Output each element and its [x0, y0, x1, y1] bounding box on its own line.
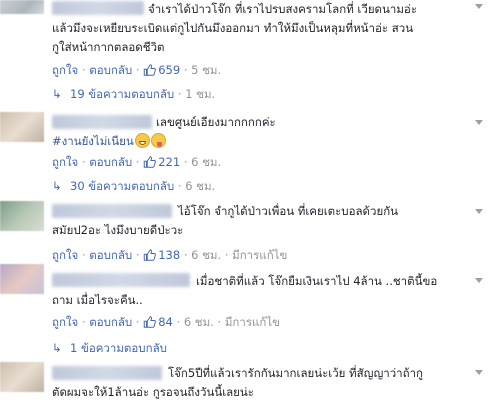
- timestamp[interactable]: 6 ชม.: [191, 155, 221, 169]
- separator: ·: [81, 315, 86, 329]
- like-count[interactable]: 138: [143, 248, 184, 262]
- comment-line: เมื่อชาติที่แล้ว โจ๊กยืมเงินเราไป 4ล้าน …: [196, 274, 438, 288]
- separator: ·: [135, 248, 140, 262]
- separator: ·: [135, 63, 140, 77]
- reply-button[interactable]: ตอบกลับ: [89, 63, 132, 77]
- like-button[interactable]: ถูกใจ: [52, 155, 78, 169]
- replies-count-text: 1 ข้อความตอบกลับ: [70, 341, 167, 355]
- separator: ·: [183, 155, 188, 169]
- edited-label[interactable]: มีการแก้ไข: [225, 315, 280, 329]
- avatar[interactable]: [0, 362, 44, 392]
- comment-line: ถาม เมื่อไรจะคืน..: [52, 293, 143, 307]
- comment-actions: ถูกใจ · ตอบกลับ · 221 · 6 ชม.: [52, 154, 221, 170]
- comment-text: ไอ้โจ๊ก จำกูได้ป่าวเพื่อน ที่เคยเตะบอลด้…: [52, 202, 463, 240]
- comment-line: กูใส่หน้ากากตลอดชีวิต: [52, 40, 165, 54]
- thumbs-up-icon: [143, 249, 157, 261]
- grinning-emoji-icon: [134, 133, 150, 148]
- comment-actions: ถูกใจ · ตอบกลับ · 138 · 6 ชม. · มีการแก้…: [52, 247, 287, 263]
- separator: ·: [177, 179, 182, 193]
- separator: ·: [81, 63, 86, 77]
- avatar[interactable]: [0, 264, 44, 294]
- hashtag-link[interactable]: #งานยังไม่เนียน: [52, 134, 134, 148]
- timestamp[interactable]: 6 ชม.: [184, 315, 214, 329]
- separator: ·: [81, 155, 86, 169]
- separator: ·: [217, 315, 222, 329]
- like-count-value: 138: [158, 248, 181, 262]
- reply-arrow-icon: ↳: [52, 87, 62, 101]
- reply-button[interactable]: ตอบกลับ: [89, 315, 132, 329]
- comment-line: จำเราได้ป่าวโจ๊ก ที่เราไปรบสงครามโลกที่ …: [148, 2, 418, 16]
- comment-line: ไอ้โจ๊ก จำกูได้ป่าวเพื่อน ที่เคยเตะบอลด้…: [178, 204, 399, 218]
- like-button[interactable]: ถูกใจ: [52, 315, 78, 329]
- timestamp[interactable]: 6 ชม.: [191, 248, 221, 262]
- chevron-down-icon[interactable]: [475, 120, 483, 125]
- avatar[interactable]: [0, 112, 44, 142]
- chevron-down-icon[interactable]: [475, 370, 483, 375]
- reply-button[interactable]: ตอบกลับ: [89, 248, 132, 262]
- comment-actions: ถูกใจ · ตอบกลับ · 84 · 6 ชม. · มีการแก้ไ…: [52, 314, 280, 330]
- reply-button[interactable]: ตอบกลับ: [89, 155, 132, 169]
- comment-line: ตัดผมจะให้1ล้านอ่ะ กูรอจนถึงวันนี้เลยน่ะ: [52, 385, 254, 399]
- comment-text: จำเราได้ป่าวโจ๊ก ที่เราไปรบสงครามโลกที่ …: [52, 0, 463, 57]
- like-button[interactable]: ถูกใจ: [52, 248, 78, 262]
- separator: ·: [183, 248, 188, 262]
- replies-timestamp: 1 ชม.: [185, 87, 216, 101]
- comment-line: แล้วมึงจะเหยียบระเบิดแต่กูไปกันมึงออกมา …: [52, 21, 414, 35]
- chevron-down-icon[interactable]: [475, 4, 483, 9]
- replies-count-text: 19 ข้อความตอบกลับ: [70, 87, 175, 101]
- like-count-value: 84: [158, 315, 173, 329]
- like-count-value: 659: [158, 63, 181, 77]
- replies-count-text: 30 ข้อความตอบกลับ: [70, 179, 175, 193]
- view-replies-link[interactable]: ↳ 30 ข้อความตอบกลับ · 6 ชม.: [52, 178, 215, 194]
- comment-actions: ถูกใจ · ตอบกลับ · 659 · 5 ชม.: [52, 62, 221, 78]
- separator: ·: [224, 248, 229, 262]
- chevron-down-icon[interactable]: [475, 209, 483, 214]
- comment-text: เมื่อชาติที่แล้ว โจ๊กยืมเงินเราไป 4ล้าน …: [52, 272, 463, 310]
- comment-text: เลขศูนย์เอียงมากกกกค่ะ #งานยังไม่เนียน: [52, 113, 463, 151]
- separator: ·: [135, 315, 140, 329]
- thumbs-up-icon: [143, 316, 157, 328]
- replies-timestamp: 6 ชม.: [185, 179, 216, 193]
- reply-arrow-icon: ↳: [52, 179, 62, 193]
- separator: ·: [183, 63, 188, 77]
- separator: ·: [81, 248, 86, 262]
- reply-arrow-icon: ↳: [52, 341, 62, 355]
- timestamp[interactable]: 5 ชม.: [191, 63, 221, 77]
- comment-line: #งานยังไม่เนียน: [52, 132, 463, 151]
- thumbs-up-icon: [143, 156, 157, 168]
- comment-text: โจ๊ก5ปีที่แล้วเรารักกันมากเลยน่ะเว้ย ที่…: [52, 364, 463, 402]
- like-count[interactable]: 659: [143, 63, 184, 77]
- comment-line: เลขศูนย์เอียงมากกกกค่ะ: [156, 115, 276, 129]
- avatar[interactable]: [0, 0, 44, 14]
- separator: ·: [176, 315, 181, 329]
- separator: ·: [177, 87, 182, 101]
- view-replies-link[interactable]: ↳ 19 ข้อความตอบกลับ · 1 ชม.: [52, 86, 215, 102]
- like-count[interactable]: 221: [143, 155, 184, 169]
- comment-line: โจ๊ก5ปีที่แล้วเรารักกันมากเลยน่ะเว้ย ที่…: [168, 366, 424, 380]
- avatar[interactable]: [0, 201, 44, 231]
- chevron-down-icon[interactable]: [475, 278, 483, 283]
- like-button[interactable]: ถูกใจ: [52, 63, 78, 77]
- comment-line: สมัยป2อะ ไงมึงบายดีป่ะวะ: [52, 223, 184, 237]
- like-count[interactable]: 84: [143, 315, 176, 329]
- separator: ·: [135, 155, 140, 169]
- edited-label[interactable]: มีการแก้ไข: [232, 248, 287, 262]
- thumbs-up-icon: [143, 64, 157, 76]
- tongue-emoji-icon: [150, 133, 166, 148]
- like-count-value: 221: [158, 155, 181, 169]
- view-replies-link[interactable]: ↳ 1 ข้อความตอบกลับ: [52, 340, 167, 356]
